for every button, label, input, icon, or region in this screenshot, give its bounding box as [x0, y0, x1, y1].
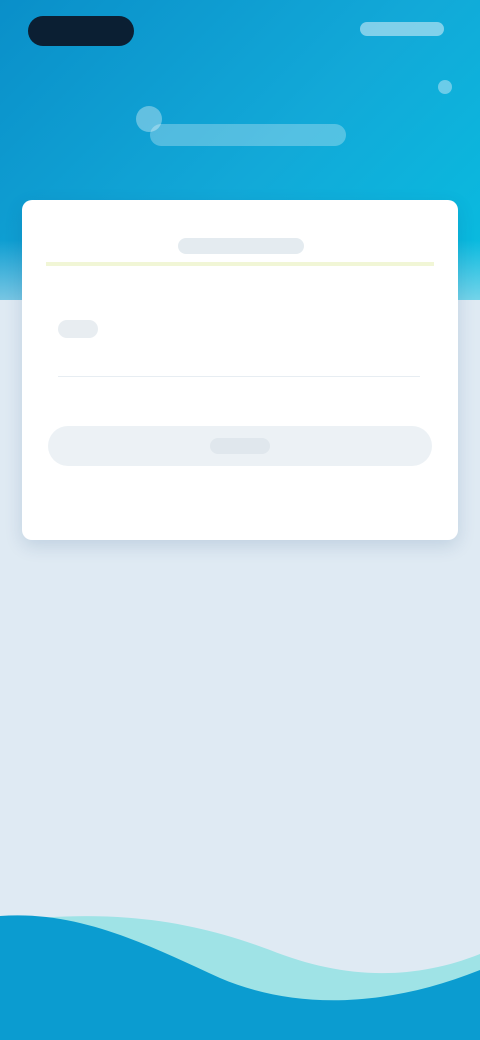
submit-button[interactable]	[48, 426, 432, 466]
card-title	[178, 238, 304, 254]
status-bar-pill	[28, 16, 134, 46]
brand-title	[150, 124, 346, 146]
header-action-icon[interactable]	[438, 80, 452, 94]
status-bar-indicators	[360, 22, 444, 36]
field-label	[58, 320, 98, 338]
submit-button-label	[210, 438, 270, 454]
login-screen	[0, 0, 480, 1040]
input-field[interactable]	[58, 376, 420, 377]
bottom-wave	[0, 915, 480, 1040]
login-card	[22, 200, 458, 540]
card-title-accent	[46, 262, 434, 266]
